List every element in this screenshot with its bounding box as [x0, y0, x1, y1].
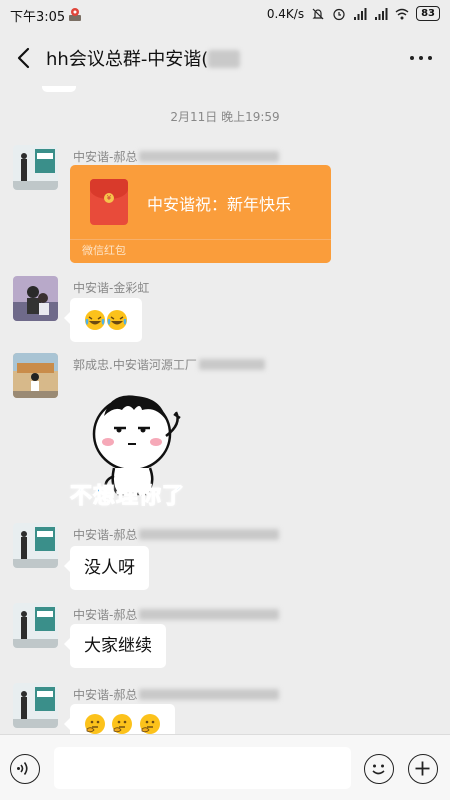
alarm-icon: [333, 8, 345, 20]
back-arrow-icon[interactable]: [12, 44, 36, 72]
message-bubble[interactable]: 没人呀: [64, 546, 149, 590]
sender-name: 郭成忠.中安谐河源工厂: [73, 356, 265, 373]
avatar[interactable]: [13, 353, 58, 398]
network-speed: 0.4K/s: [266, 6, 305, 21]
message-bubble[interactable]: [64, 704, 175, 734]
signal-icon: [354, 7, 367, 20]
sender-name: 中安谐-郝总: [73, 686, 280, 703]
battery-level: 83: [416, 6, 440, 21]
status-right: 0.4K/s 83: [267, 6, 440, 21]
avatar[interactable]: [13, 145, 58, 190]
emoji-icon[interactable]: [364, 754, 394, 784]
input-bar: [0, 734, 450, 800]
red-packet-icon: ¥: [90, 179, 128, 225]
laugh-cry-emoji-icon: [85, 310, 105, 330]
chat-title: hh会议总群-中安谐(: [46, 45, 241, 71]
sticker-caption: 不想理你了: [69, 484, 186, 510]
chat-title-text: hh会议总群-中安谐(: [46, 49, 209, 70]
previous-message-edge: [42, 86, 76, 92]
sender-name: 中安谐-郝总: [73, 606, 280, 623]
avatar[interactable]: [13, 523, 58, 568]
status-bar: 下午3:05 0.4K/s 83: [0, 0, 450, 30]
sender-name: 中安谐-郝总: [73, 526, 280, 543]
status-time: 下午3:05: [10, 10, 66, 25]
red-packet-footer: 微信红包: [70, 239, 331, 263]
message-bubble[interactable]: 大家继续: [64, 624, 166, 668]
wifi-icon: [395, 8, 409, 19]
message-timestamp: 2月11日 晚上19:59: [170, 110, 280, 124]
red-packet-text: 中安谐祝：新年快乐: [147, 195, 292, 214]
red-packet-card[interactable]: ¥ 中安谐祝：新年快乐 微信红包: [70, 165, 331, 263]
thinking-emoji-icon: [85, 714, 105, 734]
sender-name: 中安谐-金彩虹: [73, 281, 150, 295]
location-notification-icon: [69, 8, 81, 21]
signal-2-icon: [375, 7, 388, 20]
sender-name: 中安谐-郝总: [73, 148, 280, 165]
laugh-cry-emoji-icon: [107, 310, 127, 330]
plus-icon[interactable]: [408, 754, 438, 784]
mute-icon: [312, 8, 324, 19]
message-input[interactable]: [54, 747, 351, 789]
thinking-emoji-icon: [139, 714, 160, 734]
avatar[interactable]: [13, 276, 58, 321]
avatar[interactable]: [13, 683, 58, 728]
thinking-emoji-icon: [112, 714, 133, 734]
avatar[interactable]: [13, 603, 58, 648]
title-redacted: [208, 50, 241, 68]
message-bubble[interactable]: [64, 298, 142, 342]
chat-header: hh会议总群-中安谐(: [0, 30, 450, 86]
voice-icon[interactable]: [10, 754, 40, 784]
more-dots-icon[interactable]: [410, 56, 432, 60]
